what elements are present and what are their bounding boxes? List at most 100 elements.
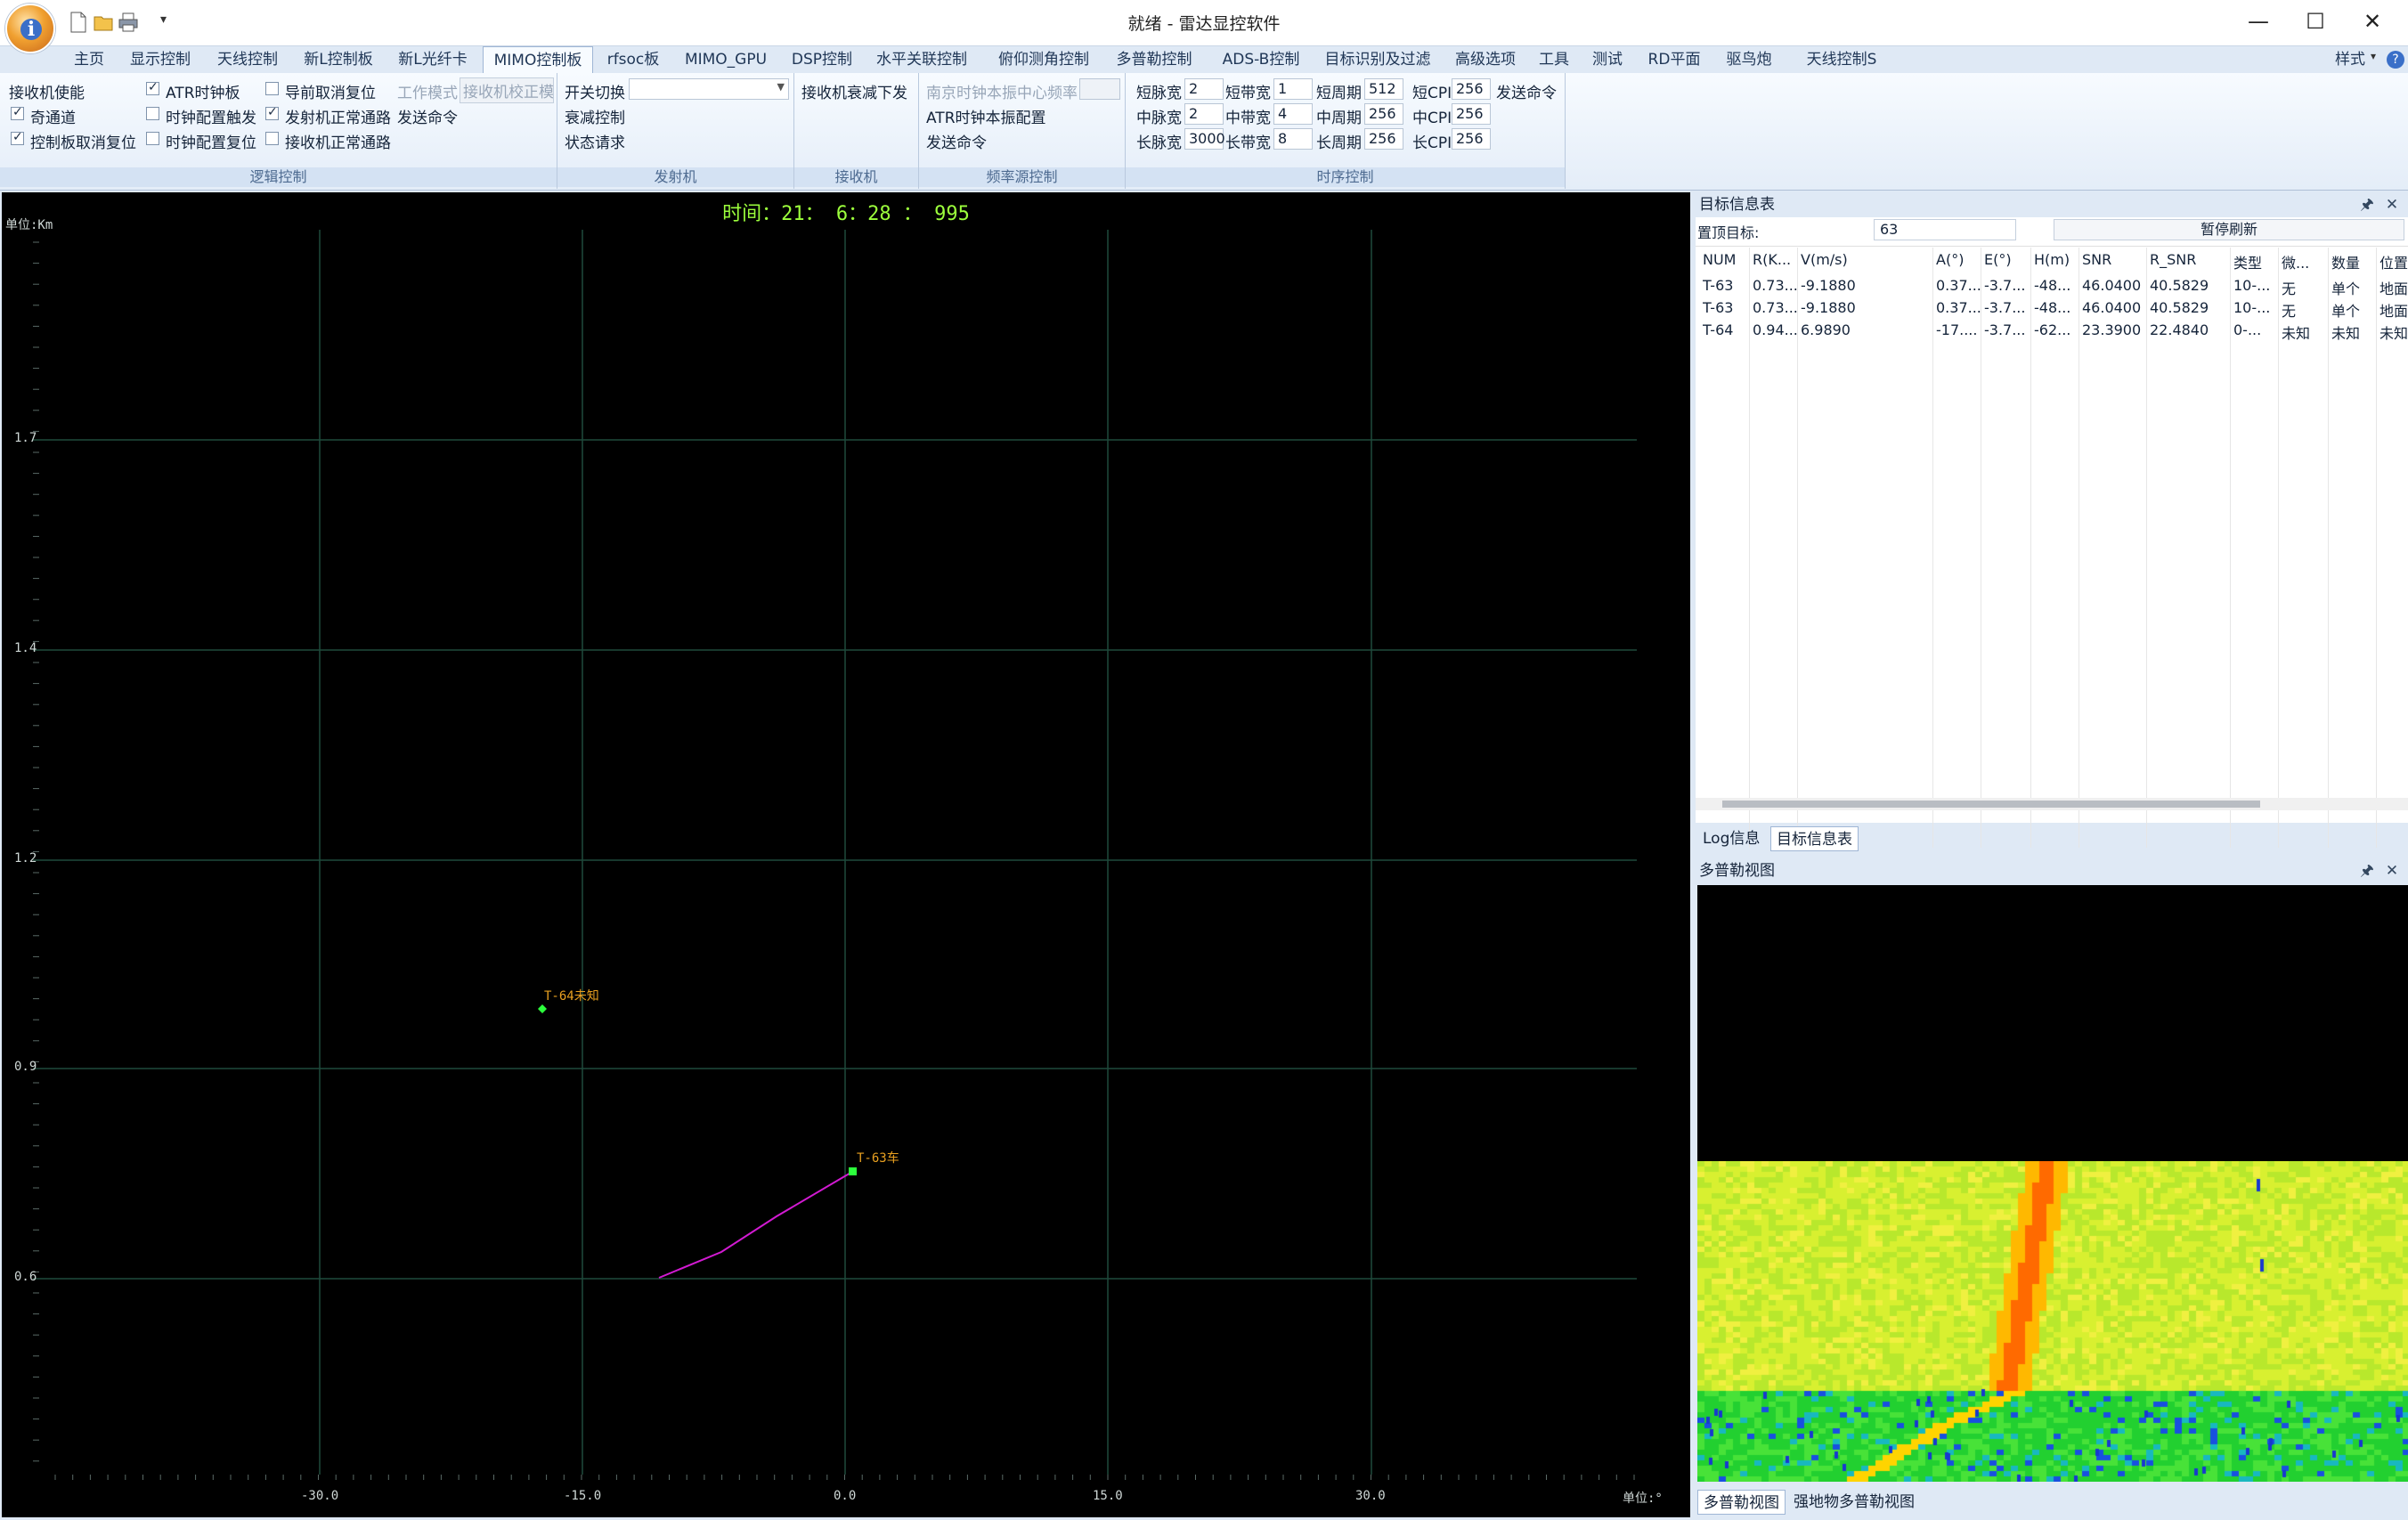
- chevron-down-icon: ▼: [777, 81, 785, 93]
- pin-icon[interactable]: 🖈: [2358, 192, 2376, 217]
- switch-select[interactable]: ▼: [629, 78, 789, 100]
- tab-antenna-control-s[interactable]: 天线控制S: [1795, 46, 1888, 73]
- target-t63-label: T-63车: [857, 1151, 899, 1166]
- atr-lo-config-button[interactable]: ATR时钟本振配置: [926, 105, 1046, 127]
- table-cell: 无: [2282, 303, 2297, 320]
- tab-clutter-doppler-view[interactable]: 强地物多普勒视图: [1788, 1490, 1920, 1515]
- tab-rfsoc[interactable]: rfsoc板: [602, 46, 664, 73]
- table-h-scrollbar[interactable]: [1696, 798, 2408, 810]
- doppler-view[interactable]: [1697, 885, 2408, 1482]
- doppler-close-icon[interactable]: ✕: [2383, 858, 2401, 883]
- mid-period-input[interactable]: 256: [1364, 103, 1403, 125]
- tab-tools[interactable]: 工具: [1535, 46, 1573, 73]
- tab-test[interactable]: 测试: [1589, 46, 1626, 73]
- tab-target-recognition[interactable]: 目标识别及过滤: [1320, 46, 1436, 73]
- style-dropdown-icon[interactable]: ▾: [2371, 50, 2376, 62]
- long-cpi-label: 长CPI: [1412, 134, 1452, 152]
- logic-send-cmd-button[interactable]: 发送命令: [397, 105, 458, 127]
- target-t64-marker[interactable]: [538, 1004, 547, 1013]
- short-period-label: 短周期: [1316, 85, 1362, 102]
- nanjing-lo-freq-input[interactable]: [1079, 78, 1120, 100]
- long-period-input[interactable]: 256: [1364, 128, 1403, 150]
- long-pw-input[interactable]: 3000: [1184, 128, 1225, 150]
- col-elevation[interactable]: E(°): [1984, 251, 2029, 268]
- table-cell: 未知: [2282, 325, 2311, 342]
- tab-doppler-view[interactable]: 多普勒视图: [1697, 1490, 1786, 1515]
- short-cpi-input[interactable]: 256: [1452, 78, 1491, 100]
- tab-log-info[interactable]: Log信息: [1697, 826, 1765, 851]
- col-micro[interactable]: 微...: [2282, 251, 2326, 272]
- col-range[interactable]: R(K...: [1753, 251, 1797, 268]
- rx-calib-mode-combo[interactable]: 接收机校正模: [460, 77, 554, 103]
- col-num[interactable]: NUM: [1703, 251, 1747, 268]
- long-cpi-input[interactable]: 256: [1452, 128, 1491, 150]
- radar-display[interactable]: 时间：21： 6：28 ： 995 单位:Km 单位:° 1.7 1.4 1.2…: [2, 192, 1690, 1517]
- clock-reset-checkbox[interactable]: [146, 132, 159, 145]
- ctrl-cancel-reset-checkbox[interactable]: [11, 130, 24, 145]
- odd-channel-checkbox[interactable]: [11, 105, 24, 120]
- help-icon[interactable]: ?: [2387, 51, 2404, 69]
- style-menu[interactable]: 样式: [2328, 46, 2372, 73]
- close-button[interactable]: ✕: [2344, 5, 2401, 37]
- tab-adsb-control[interactable]: ADS-B控制: [1215, 46, 1307, 73]
- scrollbar-thumb[interactable]: [1722, 801, 2260, 808]
- atr-clock-checkbox[interactable]: [146, 80, 159, 95]
- long-bw-input[interactable]: 8: [1273, 128, 1313, 150]
- tx-normal-checkbox[interactable]: [265, 105, 279, 120]
- tab-target-info[interactable]: 目标信息表: [1770, 826, 1859, 851]
- col-height[interactable]: H(m): [2034, 251, 2079, 268]
- table-cell: 0.73...: [1753, 277, 1797, 294]
- mid-pw-input[interactable]: 2: [1184, 103, 1224, 125]
- target-t63-marker[interactable]: [849, 1167, 857, 1175]
- close-icon[interactable]: ✕: [2383, 192, 2401, 217]
- tab-advanced[interactable]: 高级选项: [1450, 46, 1521, 73]
- col-azimuth[interactable]: A(°): [1936, 251, 1981, 268]
- x-tick-5: 30.0: [1355, 1489, 1386, 1503]
- tab-bird-cannon[interactable]: 驱鸟炮: [1721, 46, 1778, 73]
- timing-send-cmd-button[interactable]: 发送命令: [1496, 80, 1557, 102]
- col-r-snr[interactable]: R_SNR: [2150, 251, 2221, 268]
- status-request-button[interactable]: 状态请求: [565, 130, 625, 152]
- tab-horizontal-assoc[interactable]: 水平关联控制: [871, 46, 972, 73]
- nav-cancel-reset-checkbox[interactable]: [265, 82, 279, 95]
- tab-doppler-control[interactable]: 多普勒控制: [1113, 46, 1195, 73]
- col-velocity[interactable]: V(m/s): [1801, 251, 1881, 268]
- mid-cpi-input[interactable]: 256: [1452, 103, 1491, 125]
- doppler-pin-icon[interactable]: 🖈: [2358, 858, 2376, 883]
- minimize-button[interactable]: —: [2230, 5, 2287, 37]
- tab-antenna-control[interactable]: 天线控制: [210, 46, 285, 73]
- tab-home[interactable]: 主页: [66, 46, 112, 73]
- rx-atten-send-button[interactable]: 接收机衰减下发: [801, 80, 907, 102]
- table-cell: 46.0400: [2082, 277, 2142, 294]
- tab-elevation-control[interactable]: 俯仰测角控制: [987, 46, 1101, 73]
- atten-control-button[interactable]: 衰减控制: [565, 105, 625, 127]
- app-menu-button[interactable]: i: [5, 4, 55, 53]
- table-cell: 0.73...: [1753, 299, 1797, 316]
- tab-mimo-gpu[interactable]: MIMO_GPU: [677, 46, 775, 73]
- tab-new-l-fiber-card[interactable]: 新L光纤卡: [392, 46, 474, 73]
- pause-refresh-button[interactable]: 暂停刷新: [2054, 219, 2404, 240]
- tab-rd-plane[interactable]: RD平面: [1644, 46, 1704, 73]
- rx-normal-checkbox[interactable]: [265, 132, 279, 145]
- tab-new-l-board[interactable]: 新L控制板: [297, 46, 379, 73]
- rx-enable-label[interactable]: 接收机使能: [9, 80, 85, 102]
- freq-send-cmd-button[interactable]: 发送命令: [926, 130, 987, 152]
- atr-clock-label: ATR时钟板: [166, 85, 240, 102]
- col-snr[interactable]: SNR: [2082, 251, 2144, 268]
- tab-mimo-board[interactable]: MIMO控制板: [483, 46, 593, 73]
- short-pw-input[interactable]: 2: [1184, 78, 1224, 100]
- short-bw-input[interactable]: 1: [1273, 78, 1313, 100]
- col-type[interactable]: 类型: [2233, 251, 2278, 272]
- top-target-input[interactable]: 63: [1874, 219, 2016, 240]
- tab-display-control[interactable]: 显示控制: [123, 46, 198, 73]
- table-cell: -3.7...: [1984, 277, 2026, 294]
- short-period-input[interactable]: 512: [1364, 78, 1403, 100]
- mid-bw-input[interactable]: 4: [1273, 103, 1313, 125]
- col-position[interactable]: 位置: [2380, 251, 2408, 272]
- clock-trigger-checkbox[interactable]: [146, 107, 159, 120]
- maximize-button[interactable]: ☐: [2287, 5, 2344, 37]
- tab-dsp-control[interactable]: DSP控制: [785, 46, 858, 73]
- table-cell: -48...: [2034, 277, 2071, 294]
- table-cell: 0.37...: [1936, 299, 1981, 316]
- col-count[interactable]: 数量: [2331, 251, 2376, 272]
